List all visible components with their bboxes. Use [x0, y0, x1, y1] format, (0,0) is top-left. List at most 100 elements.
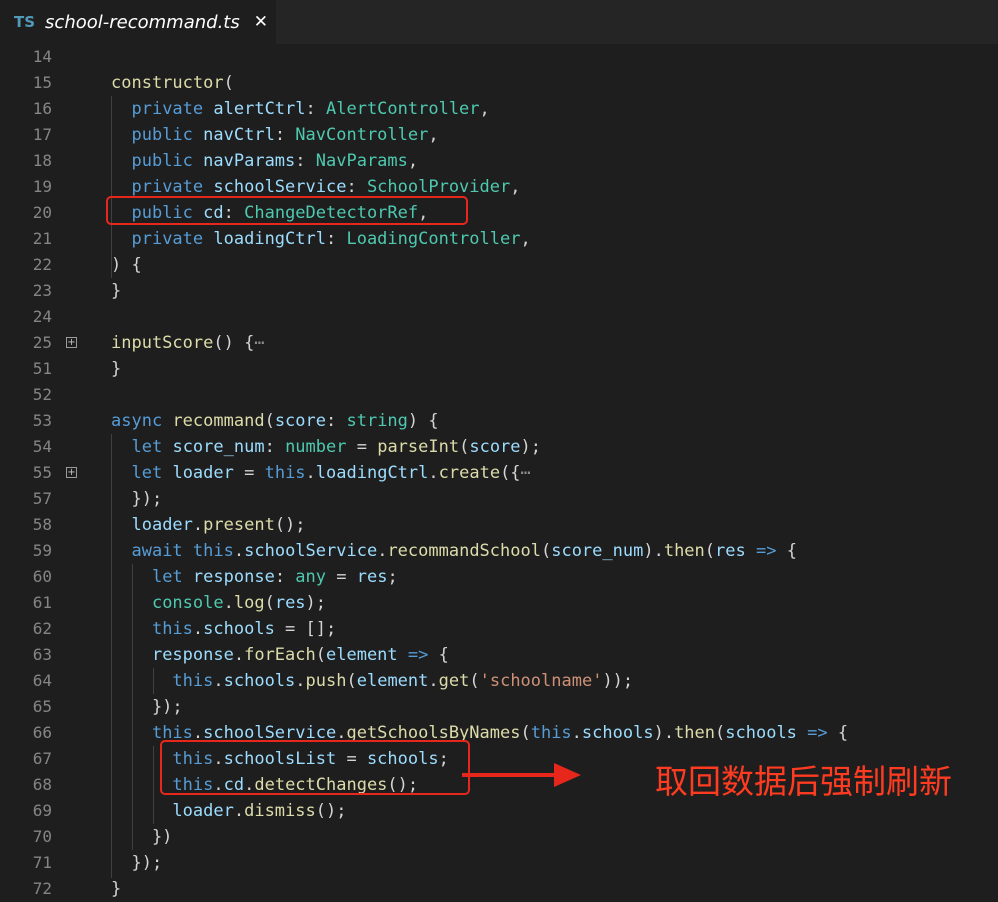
code-text: private loadingCtrl: LoadingController, — [111, 226, 530, 252]
code-token: score_num — [551, 541, 644, 561]
code-token: public — [131, 151, 193, 171]
code-token: recommand — [172, 411, 265, 431]
line-number: 60 — [32, 567, 52, 586]
code-token: schoolService — [244, 541, 378, 561]
editor-tab-bar: TS school-recommand.ts ✕ — [0, 0, 998, 44]
code-token: let — [131, 437, 163, 457]
line-number: 14 — [32, 47, 52, 66]
line-number: 16 — [32, 99, 52, 118]
code-line[interactable]: 18 public navParams: NavParams, — [0, 148, 998, 174]
code-line[interactable]: 17 public navCtrl: NavController, — [0, 122, 998, 148]
code-line[interactable]: 14 — [0, 44, 998, 70]
code-token: this — [530, 723, 572, 743]
code-token: res — [274, 593, 306, 613]
fold-expand-icon[interactable]: + — [66, 467, 77, 478]
code-token: ( — [540, 541, 552, 561]
code-token: ( — [704, 541, 716, 561]
code-token: { — [428, 645, 449, 665]
code-line[interactable]: 54 let score_num: number = parseInt(scor… — [0, 434, 998, 460]
code-token: . — [223, 593, 234, 613]
code-token: number — [285, 437, 347, 457]
code-token: create — [438, 463, 501, 483]
line-number: 57 — [32, 489, 52, 508]
code-token: : — [346, 177, 367, 197]
code-token: alertCtrl — [213, 99, 306, 119]
line-number: 66 — [32, 723, 52, 742]
line-number: 62 — [32, 619, 52, 638]
code-line[interactable]: 53 async recommand(score: string) { — [0, 408, 998, 434]
code-token: this — [192, 541, 234, 561]
code-token: () { — [213, 333, 255, 353]
line-number: 67 — [32, 749, 52, 768]
code-line[interactable]: 15 constructor( — [0, 70, 998, 96]
code-line[interactable]: 25 + inputScore() {⋯ — [0, 330, 998, 356]
code-line[interactable]: 71 }); — [0, 850, 998, 876]
code-text: let score_num: number = parseInt(score); — [111, 434, 541, 460]
line-number: 71 — [32, 853, 52, 872]
code-line[interactable]: 66 this.schoolService.getSchoolsByNames(… — [0, 720, 998, 746]
code-token: : — [295, 151, 316, 171]
line-number: 61 — [32, 593, 52, 612]
code-text: loader.dismiss(); — [111, 798, 346, 824]
code-token: ( — [315, 645, 326, 665]
code-token: . — [233, 801, 245, 821]
code-line[interactable]: 72} — [0, 876, 998, 902]
code-line[interactable]: 62 this.schools = []; — [0, 616, 998, 642]
code-token: { — [827, 723, 849, 743]
code-line[interactable]: 59 await this.schoolService.recommandSch… — [0, 538, 998, 564]
arrow-icon — [462, 763, 581, 787]
code-token: => — [807, 723, 828, 743]
code-line[interactable]: 63 response.forEach(element => { — [0, 642, 998, 668]
code-token: : — [305, 99, 326, 119]
line-number: 19 — [32, 177, 52, 196]
fold-expand-icon[interactable]: + — [66, 337, 77, 348]
line-number: 69 — [32, 801, 52, 820]
code-token: . — [305, 463, 316, 483]
code-line[interactable]: 21 private loadingCtrl: LoadingControlle… — [0, 226, 998, 252]
code-token: public — [131, 125, 193, 145]
code-text: }); — [111, 486, 162, 512]
code-line[interactable]: 23} — [0, 278, 998, 304]
line-number: 68 — [32, 775, 52, 794]
code-line[interactable]: 55 + let loader = this.loadingCtrl.create… — [0, 460, 998, 486]
code-line[interactable]: 24 — [0, 304, 998, 330]
code-line[interactable]: 51} — [0, 356, 998, 382]
code-token: . — [295, 671, 306, 691]
line-number: 15 — [32, 73, 52, 92]
line-number: 52 — [32, 385, 52, 404]
code-token: ( — [346, 671, 357, 691]
code-line[interactable]: 52 — [0, 382, 998, 408]
code-text: } — [111, 356, 121, 382]
code-token: let — [151, 567, 183, 587]
code-token: schools — [203, 619, 275, 639]
code-line[interactable]: 70 }) — [0, 824, 998, 850]
code-line[interactable]: 64 this.schools.push(element.get('school… — [0, 668, 998, 694]
code-line[interactable]: 58 loader.present(); — [0, 512, 998, 538]
code-token: => — [756, 541, 777, 561]
code-line[interactable]: 16 private alertCtrl: AlertController, — [0, 96, 998, 122]
code-text: private alertCtrl: AlertController, — [111, 96, 489, 122]
line-number: 17 — [32, 125, 52, 144]
code-line[interactable]: 65 }); — [0, 694, 998, 720]
code-line[interactable]: 57 }); — [0, 486, 998, 512]
code-line[interactable]: 60 let response: any = res; — [0, 564, 998, 590]
code-text: } — [111, 278, 121, 304]
tab-school-recommand-ts[interactable]: TS school-recommand.ts ✕ — [0, 0, 276, 44]
code-token: dismiss — [244, 801, 316, 821]
close-icon[interactable]: ✕ — [254, 12, 268, 32]
code-token: navCtrl — [203, 125, 275, 145]
code-line[interactable]: 22) { — [0, 252, 998, 278]
code-line[interactable]: 61 console.log(res); — [0, 590, 998, 616]
code-token: ( — [264, 411, 275, 431]
code-token: console — [151, 593, 224, 613]
